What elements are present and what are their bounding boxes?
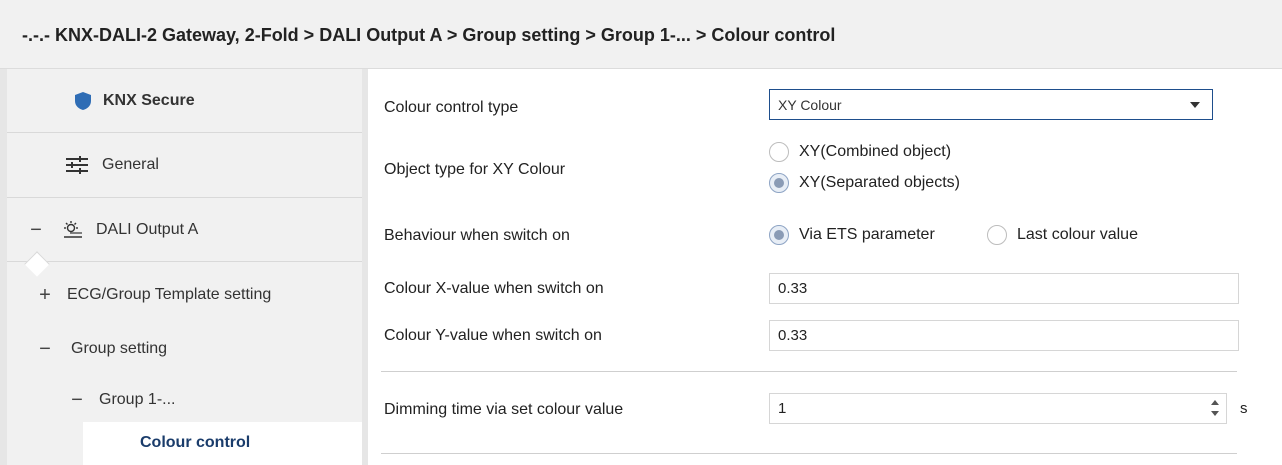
expand-toggle[interactable]: + — [35, 285, 55, 305]
colour-y-label: Colour Y-value when switch on — [384, 327, 602, 344]
colour-x-input[interactable]: 0.33 — [769, 273, 1239, 304]
dimming-time-label: Dimming time via set colour value — [384, 401, 624, 418]
radio-xy-separated[interactable]: XY(Separated objects) — [769, 173, 960, 193]
sidebar-item-label: DALI Output A — [96, 220, 199, 238]
radio-last-colour-value[interactable]: Last colour value — [987, 225, 1138, 245]
collapse-toggle[interactable]: − — [67, 390, 87, 410]
colour-y-input[interactable]: 0.33 — [769, 320, 1239, 351]
radio-label: Last colour value — [1017, 226, 1138, 243]
radio-circle-selected — [769, 173, 789, 193]
radio-dot — [774, 178, 784, 188]
parameter-panel: Colour control type XY Colour Object typ… — [368, 69, 1282, 465]
input-value: 0.33 — [778, 327, 808, 344]
colour-control-type-select[interactable]: XY Colour — [769, 89, 1213, 120]
lamp-icon — [62, 220, 84, 239]
radio-xy-combined[interactable]: XY(Combined object) — [769, 142, 951, 162]
left-edge — [0, 69, 7, 465]
shield-icon — [75, 91, 91, 110]
sidebar-item-general[interactable]: General — [7, 133, 362, 197]
sidebar-item-label: KNX Secure — [103, 91, 195, 109]
sidebar-item-group-1[interactable]: − Group 1-... — [7, 378, 362, 422]
radio-label: Via ETS parameter — [799, 226, 935, 243]
sidebar-item-knx-secure[interactable]: KNX Secure — [7, 69, 362, 132]
divider — [7, 261, 362, 262]
chevron-down-icon — [1190, 102, 1200, 108]
divider — [381, 371, 1237, 372]
input-value: 0.33 — [778, 280, 808, 297]
sidebar-item-group-setting[interactable]: − Group setting — [7, 327, 362, 371]
colour-control-type-label: Colour control type — [384, 99, 519, 116]
breadcrumb: -.-.- KNX-DALI-2 Gateway, 2-Fold > DALI … — [22, 25, 836, 45]
sidebar: KNX Secure General − DALI Output A + ECG… — [7, 69, 368, 465]
spin-arrows[interactable] — [1210, 399, 1220, 419]
radio-circle-selected — [769, 225, 789, 245]
title-bar: -.-.- KNX-DALI-2 Gateway, 2-Fold > DALI … — [0, 0, 1282, 69]
sidebar-item-label: General — [102, 156, 159, 173]
sidebar-item-label: Group 1-... — [99, 391, 176, 408]
radio-circle — [987, 225, 1007, 245]
radio-label: XY(Combined object) — [799, 143, 952, 160]
sliders-icon — [66, 156, 88, 174]
colour-x-label: Colour X-value when switch on — [384, 280, 604, 297]
sidebar-item-label: Group setting — [71, 340, 168, 357]
divider — [381, 453, 1237, 454]
sidebar-item-ecg-group-template[interactable]: + ECG/Group Template setting — [7, 273, 362, 317]
sidebar-item-label: Colour control — [140, 434, 251, 451]
spin-up-icon[interactable] — [1211, 400, 1219, 405]
dimming-time-spinbox[interactable]: 1 — [769, 393, 1227, 424]
radio-label: XY(Separated objects) — [799, 174, 960, 191]
select-value: XY Colour — [778, 96, 842, 113]
sidebar-item-label: ECG/Group Template setting — [67, 286, 272, 303]
sidebar-item-colour-control[interactable]: Colour control — [83, 422, 362, 465]
input-value: 1 — [778, 400, 787, 417]
spin-down-icon[interactable] — [1211, 411, 1219, 416]
radio-via-ets-parameter[interactable]: Via ETS parameter — [769, 225, 935, 245]
object-type-label: Object type for XY Colour — [384, 161, 566, 178]
collapse-toggle[interactable]: − — [26, 220, 46, 240]
behaviour-switch-on-label: Behaviour when switch on — [384, 227, 570, 244]
radio-dot — [774, 230, 784, 240]
radio-circle — [769, 142, 789, 162]
collapse-toggle[interactable]: − — [35, 339, 55, 359]
sidebar-item-dali-output-a[interactable]: − DALI Output A — [7, 198, 362, 261]
unit-label: s — [1240, 400, 1248, 417]
